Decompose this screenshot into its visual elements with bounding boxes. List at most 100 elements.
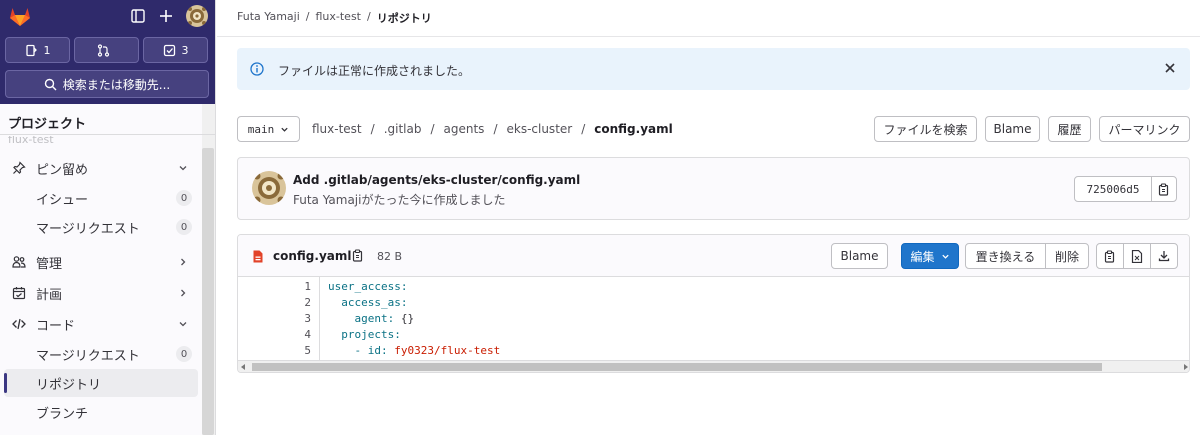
find-file-button[interactable]: ファイルを検索 [874,116,977,142]
chevron-down-icon [281,127,288,132]
sidebar-item-merge-requests[interactable]: マージリクエスト 0 [4,213,198,241]
code-key: - id: [354,344,388,357]
gitlab-logo-icon[interactable] [8,5,32,27]
delete-button[interactable]: 削除 [1045,243,1089,269]
breadcrumb-item-user[interactable]: Futa Yamaji [237,10,300,26]
file-name: config.yaml [273,249,352,263]
line-number[interactable]: 2 [304,296,311,309]
line-number[interactable]: 1 [304,280,311,293]
code-key: access_as: [341,296,408,309]
copy-sha-button[interactable] [1151,176,1177,202]
line-number[interactable]: 3 [304,312,311,325]
file-viewer: config.yaml 82 B Blame 編集 置き換える 削除 1 2 3… [237,234,1190,373]
sidebar-item-branches[interactable]: ブランチ [4,398,198,426]
code-line: - id: fy0323/flux-test [328,344,501,357]
sidebar-item-code-merge-requests[interactable]: マージリクエスト 0 [4,340,198,368]
sidebar-item-plan[interactable]: 計画 [4,279,198,307]
divider [0,134,215,135]
sidebar-item-issues[interactable]: イシュー 0 [4,184,198,212]
blame-button[interactable]: Blame [985,116,1040,142]
issues-count: 1 [43,43,51,57]
breadcrumb: Futa Yamaji / flux-test / リポジトリ [237,10,432,26]
edit-dropdown-button[interactable]: 編集 [901,243,959,269]
issues-icon [25,44,37,56]
code-line: projects: [328,328,401,341]
path-separator: / [493,122,498,136]
file-header: config.yaml 82 B Blame 編集 置き換える 削除 [238,235,1189,277]
last-commit-panel: Add .gitlab/agents/eks-cluster/config.ya… [237,157,1190,220]
sidebar-item-code[interactable]: コード [4,310,198,338]
count-badge: 0 [176,190,192,206]
path-file[interactable]: config.yaml [594,122,672,136]
chevron-right-icon [181,258,186,266]
sidebar-item-manage[interactable]: 管理 [4,248,198,276]
path-segment[interactable]: flux-test [312,122,362,136]
merge-request-icon [97,43,110,57]
file-size: 82 B [377,250,403,263]
commit-time: がたった今に作成しました [361,193,506,207]
merge-requests-counter-button[interactable] [74,37,139,63]
sidebar-nav: プロジェクト flux-test ピン留め イシュー 0 マージリクエスト 0 … [0,104,215,435]
info-icon [250,62,264,76]
search-label: 検索または移動先... [62,77,171,92]
scrollbar-thumb[interactable] [252,363,1102,371]
breadcrumb-item-project[interactable]: flux-test [315,10,361,26]
todos-count: 3 [181,43,189,57]
code-key: projects: [341,328,401,341]
sidebar-item-label: 計画 [36,287,63,303]
line-number[interactable]: 5 [304,344,311,357]
replace-button[interactable]: 置き換える [965,243,1046,269]
open-raw-button[interactable] [1123,243,1151,269]
sidebar-item-label: マージリクエスト [36,221,140,237]
path-segment[interactable]: agents [444,122,485,136]
count-badge: 0 [176,219,192,235]
main-content: Futa Yamaji / flux-test / リポジトリ ファイルは正常に… [217,0,1200,435]
horizontal-scrollbar[interactable] [238,360,1189,372]
path-segment[interactable]: eks-cluster [506,122,572,136]
breadcrumb-separator: / [367,10,371,23]
branch-selector[interactable]: main [237,116,300,142]
issues-counter-button[interactable]: 1 [5,37,70,63]
todos-counter-button[interactable]: 3 [143,37,208,63]
file-blame-button[interactable]: Blame [831,243,888,269]
close-icon[interactable] [1164,62,1176,74]
permalink-button[interactable]: パーマリンク [1099,116,1190,142]
code-icon [12,318,26,330]
sidebar-item-repository[interactable]: リポジトリ [4,369,198,397]
copy-contents-button[interactable] [1096,243,1124,269]
commit-meta: Futa Yamajiがたった今に作成しました [293,191,505,208]
user-avatar[interactable] [186,5,208,27]
divider [217,36,1200,37]
download-button[interactable] [1150,243,1178,269]
count-badge: 0 [176,346,192,362]
sidebar-item-label: イシュー [36,192,89,208]
scroll-right-icon[interactable] [1184,364,1188,370]
sidebar-item-pinned[interactable]: ピン留め [4,154,198,182]
scroll-left-icon[interactable] [241,364,245,370]
line-number[interactable]: 4 [304,328,311,341]
chevron-right-icon [181,289,186,297]
counter-row: 1 3 [5,37,208,63]
author-avatar[interactable] [252,171,286,205]
commit-message[interactable]: Add .gitlab/agents/eks-cluster/config.ya… [293,173,580,187]
line-number-gutter: 1 2 3 4 5 [238,277,320,360]
manage-icon [12,256,26,268]
sidebar-scrollbar[interactable] [202,148,214,435]
plan-icon [12,287,26,300]
path-segment[interactable]: .gitlab [384,122,422,136]
create-new-icon[interactable] [158,8,174,24]
commit-author[interactable]: Futa Yamaji [293,193,361,207]
copy-path-icon[interactable] [352,249,364,262]
path-separator: / [430,122,435,136]
sidebar-toggle-icon[interactable] [130,8,146,24]
code-key: agent: [354,312,395,325]
copy-icon [1104,249,1115,263]
code-view: 1 2 3 4 5 user_access: access_as: agent:… [238,277,1189,360]
search-button[interactable]: 検索または移動先... [5,70,209,98]
history-button[interactable]: 履歴 [1048,116,1091,142]
breadcrumb-item-current[interactable]: リポジトリ [377,10,432,26]
search-icon [44,78,57,90]
commit-sha[interactable]: 725006d5 [1074,176,1152,202]
